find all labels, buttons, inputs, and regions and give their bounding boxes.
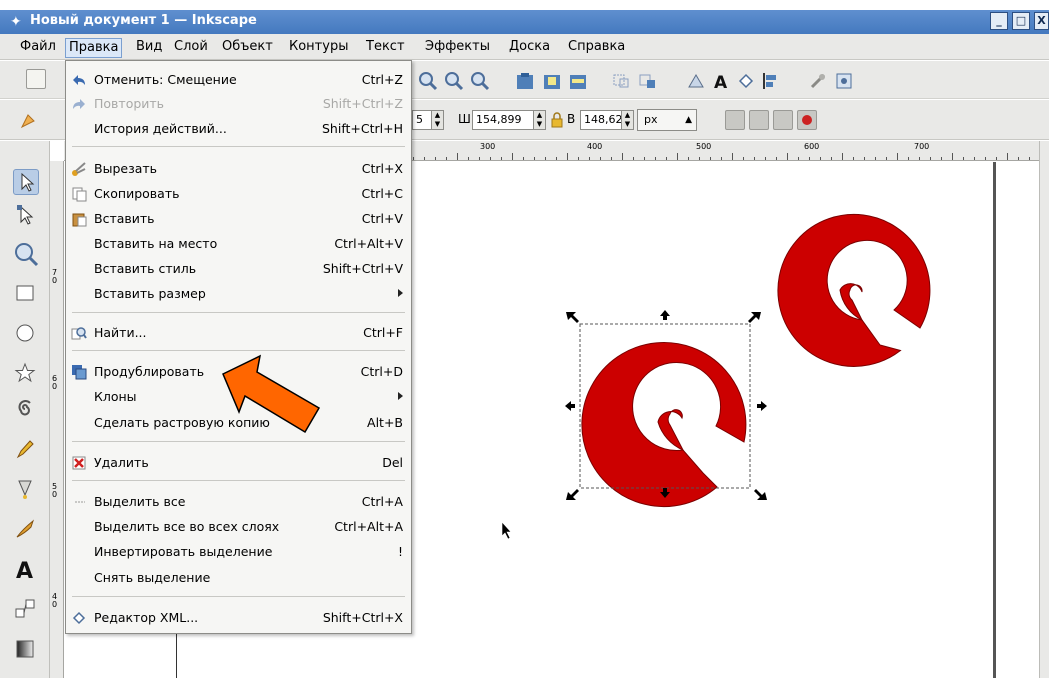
menu-item-label: Найти... xyxy=(94,325,147,340)
menu-separator xyxy=(72,441,405,442)
menu-item-label: Вставить xyxy=(94,211,155,226)
menu-item-paste-in-place[interactable]: Вставить на место Ctrl+Alt+V xyxy=(66,232,411,256)
menu-item-redo[interactable]: Повторить Shift+Ctrl+Z xyxy=(66,92,411,116)
menu-item-label: Отменить: Смещение xyxy=(94,72,237,87)
menu-item-copy[interactable]: Скопировать Ctrl+C xyxy=(66,182,411,206)
menu-item-find[interactable]: Найти... Ctrl+F xyxy=(66,321,411,345)
menu-item-label: Вставить стиль xyxy=(94,261,197,276)
scale-handle-right[interactable] xyxy=(757,401,767,411)
paste-icon xyxy=(72,213,87,227)
edit-menu-dropdown: Отменить: Смещение Ctrl+Z Повторить Shif… xyxy=(65,60,412,634)
menu-item-label: Скопировать xyxy=(94,186,180,201)
menu-item-undo-history[interactable]: История действий... Shift+Ctrl+H xyxy=(66,117,411,141)
menu-item-shortcut: Shift+Ctrl+X xyxy=(322,610,403,625)
menu-item-shortcut: Ctrl+F xyxy=(363,325,403,340)
copy-icon xyxy=(72,187,87,202)
cut-icon xyxy=(72,162,86,176)
menu-separator xyxy=(72,480,405,481)
menu-item-shortcut: ! xyxy=(397,544,403,559)
menu-item-label: Клоны xyxy=(94,389,137,404)
spiral-shape-selected[interactable] xyxy=(581,342,747,508)
menu-item-delete[interactable]: Удалить Del xyxy=(66,451,411,475)
scale-handle-top-left[interactable] xyxy=(566,312,579,323)
find-icon xyxy=(71,327,87,340)
duplicate-icon xyxy=(72,365,87,380)
menu-item-label: Снять выделение xyxy=(94,570,211,585)
undo-icon xyxy=(73,75,85,85)
menu-item-paste-size[interactable]: Вставить размер xyxy=(66,282,411,306)
menu-item-label: Продублировать xyxy=(94,364,205,379)
scale-handle-left[interactable] xyxy=(565,401,575,411)
mouse-cursor-icon xyxy=(501,521,512,540)
menu-item-shortcut: Ctrl+Alt+A xyxy=(334,519,403,534)
menu-separator xyxy=(72,350,405,351)
menu-item-shortcut: Shift+Ctrl+H xyxy=(322,121,403,136)
menu-item-label: Выделить все во всех слоях xyxy=(94,519,280,534)
menu-item-paste-style[interactable]: Вставить стиль Shift+Ctrl+V xyxy=(66,257,411,281)
menu-item-shortcut: Del xyxy=(382,455,403,470)
submenu-arrow-icon xyxy=(398,392,403,400)
menu-item-select-all-layers[interactable]: Выделить все во всех слоях Ctrl+Alt+A xyxy=(66,515,411,539)
menu-item-shortcut: Shift+Ctrl+V xyxy=(322,261,403,276)
delete-icon xyxy=(72,456,86,470)
menu-item-shortcut: Ctrl+D xyxy=(360,364,403,379)
xml-editor-icon xyxy=(72,611,86,625)
menu-item-shortcut: Ctrl+A xyxy=(361,494,403,509)
menu-item-shortcut: Ctrl+X xyxy=(361,161,403,176)
menu-item-label: Вырезать xyxy=(94,161,158,176)
menu-item-paste[interactable]: Вставить Ctrl+V xyxy=(66,207,411,231)
menu-item-label: Выделить все xyxy=(94,494,186,509)
menu-item-cut[interactable]: Вырезать Ctrl+X xyxy=(66,157,411,181)
menu-item-shortcut: Alt+B xyxy=(367,415,403,430)
menu-item-undo[interactable]: Отменить: Смещение Ctrl+Z xyxy=(66,68,411,92)
menu-item-label: Вставить на место xyxy=(94,236,218,251)
menu-item-deselect[interactable]: Снять выделение xyxy=(66,566,411,590)
scale-handle-bottom-right[interactable] xyxy=(754,489,767,500)
menu-item-label: Повторить xyxy=(94,96,165,111)
menu-item-shortcut: Ctrl+Z xyxy=(361,72,403,87)
menu-separator xyxy=(72,146,405,147)
menu-item-label: История действий... xyxy=(94,121,227,136)
menu-item-select-all[interactable]: Выделить все Ctrl+A xyxy=(66,490,411,514)
annotation-arrow-icon xyxy=(222,354,321,434)
redo-icon xyxy=(73,99,85,109)
menu-item-invert-selection[interactable]: Инвертировать выделение ! xyxy=(66,540,411,564)
scale-handle-bottom-left[interactable] xyxy=(566,489,579,500)
menu-separator xyxy=(72,596,405,597)
menu-separator xyxy=(72,312,405,313)
menu-item-shortcut: Ctrl+V xyxy=(361,211,403,226)
menu-item-shortcut: Shift+Ctrl+Z xyxy=(322,96,403,111)
menu-item-label: Инвертировать выделение xyxy=(94,544,273,559)
menu-item-xml-editor[interactable]: Редактор XML... Shift+Ctrl+X xyxy=(66,606,411,630)
submenu-arrow-icon xyxy=(398,289,403,297)
select-all-icon xyxy=(75,501,85,503)
menu-item-label: Удалить xyxy=(94,455,149,470)
scale-handle-top-right[interactable] xyxy=(748,312,761,323)
menu-item-shortcut: Ctrl+Alt+V xyxy=(334,236,403,251)
menu-item-shortcut: Ctrl+C xyxy=(361,186,403,201)
scale-handle-top[interactable] xyxy=(660,310,670,320)
menu-item-label: Редактор XML... xyxy=(94,610,199,625)
menu-item-label: Вставить размер xyxy=(94,286,206,301)
spiral-shape-copy[interactable] xyxy=(777,213,931,367)
